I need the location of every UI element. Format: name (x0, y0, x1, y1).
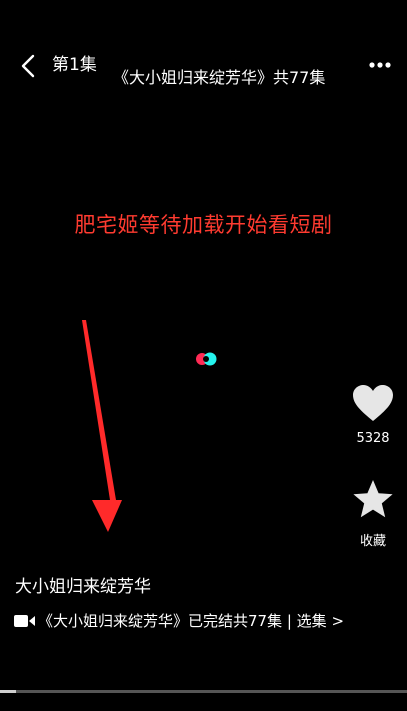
back-chevron-icon (21, 54, 35, 78)
like-button[interactable]: 5328 (345, 383, 401, 446)
loading-spinner-icon (196, 352, 217, 366)
series-title: 《大小姐归来绽芳华》共77集 (113, 68, 326, 87)
favorite-label: 收藏 (359, 534, 386, 549)
series-info-text: 《大小姐归来绽芳华》已完结共77集 | 选集 > (38, 612, 345, 630)
red-arrow-annotation (82, 320, 122, 532)
episode-select-link[interactable]: 《大小姐归来绽芳华》已完结共77集 | 选集 > (14, 610, 344, 632)
episode-label: 第1集 (52, 55, 97, 75)
video-camera-icon (14, 613, 36, 629)
favorite-button[interactable]: 收藏 (345, 478, 401, 549)
drama-name: 大小姐归来绽芳华 (15, 577, 151, 597)
more-button[interactable] (367, 56, 393, 74)
back-button[interactable] (14, 52, 42, 80)
heart-icon (353, 385, 393, 421)
playback-progress-fill (0, 690, 17, 693)
short-drama-player: 第1集 《大小姐归来绽芳华》共77集 肥宅姬等待加载开始看短剧 5328 收藏 … (0, 0, 407, 711)
loading-annotation-text: 肥宅姬等待加载开始看短剧 (74, 213, 333, 237)
playback-progress-bar[interactable] (0, 690, 407, 693)
like-count: 5328 (356, 431, 390, 446)
more-dots-icon (369, 62, 391, 68)
star-icon (353, 480, 393, 518)
